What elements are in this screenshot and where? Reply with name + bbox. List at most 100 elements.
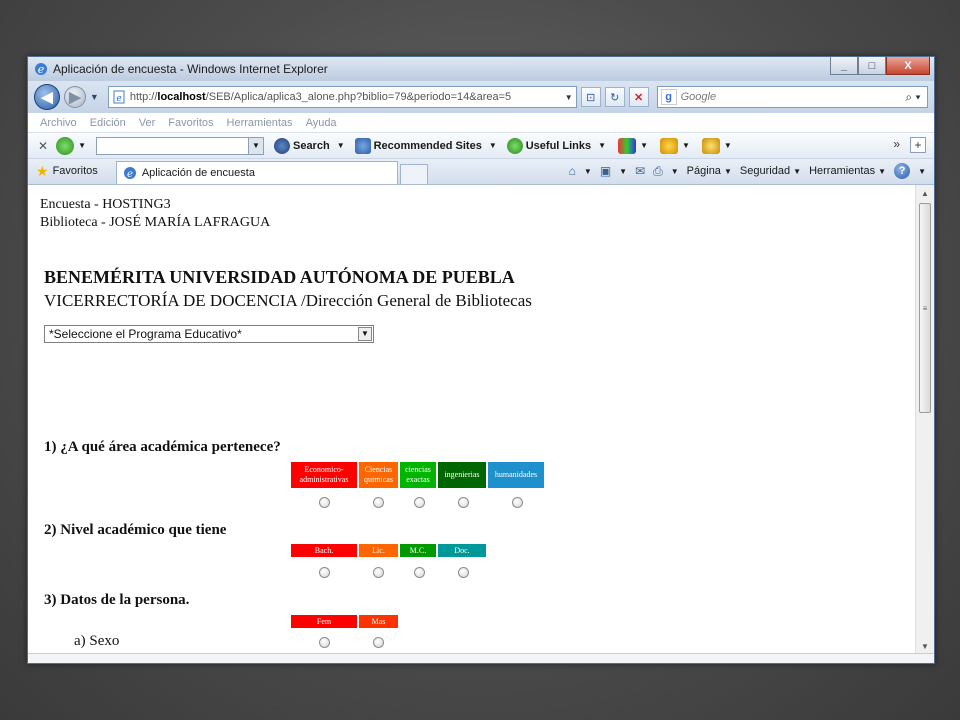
q2-radio-mc[interactable] xyxy=(414,567,425,578)
q1-radio-exactas[interactable] xyxy=(414,497,425,508)
q1-radio-economico[interactable] xyxy=(319,497,330,508)
toolbar-right: » + xyxy=(893,137,926,153)
toolbar-search-input[interactable]: ▼ xyxy=(95,136,264,155)
q3-options: Fem Mas xyxy=(291,615,398,628)
q3a-radio-fem[interactable] xyxy=(319,637,330,648)
history-dropdown-icon[interactable]: ▼ xyxy=(90,92,100,102)
useful-links-icon xyxy=(506,137,523,154)
toolbar-add-icon[interactable]: + xyxy=(910,137,926,153)
q3a-radio-mas[interactable] xyxy=(373,637,384,648)
q2-option-doc: Doc. xyxy=(438,544,486,557)
q1-radio-quimicas[interactable] xyxy=(373,497,384,508)
addon-toolbar: ✕ ▼ ▼ Search ▼ Recommended Sites ▼ Useful … xyxy=(28,133,934,159)
q2-option-lic: Lic. xyxy=(359,544,398,557)
q2-radio-bach[interactable] xyxy=(319,567,330,578)
stop-button[interactable]: ✕ xyxy=(628,87,649,107)
department-heading: VICERRECTORÍA DE DOCENCIA /Dirección Gen… xyxy=(44,291,532,310)
security-menu[interactable]: Seguridad ▼ xyxy=(740,165,801,177)
q2-radio-doc[interactable] xyxy=(458,567,469,578)
refresh-button[interactable]: ↻ xyxy=(604,87,625,107)
q2-options: Bach. Lic. M.C. Doc. xyxy=(291,544,486,557)
favorites-star-icon: ★ xyxy=(36,162,49,179)
ie-logo-icon: e xyxy=(35,63,47,76)
tab-aplicacion-de-encuesta[interactable]: e Aplicación de encuesta xyxy=(115,161,398,184)
close-button[interactable]: X xyxy=(886,57,930,75)
q2-radio-lic[interactable] xyxy=(373,567,384,578)
q1-options: Economico-administrativas Ciencias quimic… xyxy=(291,462,544,488)
command-bar: ⌂ ▼ ▣ ▼ ✉ ⎙ ▼ Página ▼ Seguridad ▼ Herramie… xyxy=(568,163,926,179)
home-icon[interactable]: ⌂ xyxy=(569,164,576,178)
toolbar-search-dropdown-icon[interactable]: ▼ xyxy=(247,137,263,154)
q1-option-ingenierias: ingenierias xyxy=(438,462,486,488)
smiley-icon[interactable] xyxy=(659,137,678,154)
question-3: 3) Datos de la persona. xyxy=(44,592,190,608)
q2-option-bach: Bach. xyxy=(291,544,357,557)
q1-radio-humanidades[interactable] xyxy=(512,497,523,508)
new-tab-button[interactable] xyxy=(399,164,428,184)
menu-item-herramientas[interactable]: Herramientas xyxy=(227,117,293,129)
tools-menu[interactable]: Herramientas ▼ xyxy=(809,165,886,177)
menu-item-ayuda[interactable]: Ayuda xyxy=(306,117,337,129)
search-placeholder: Google xyxy=(680,91,717,103)
toolbar-overflow-icon[interactable]: » xyxy=(893,137,900,153)
q3a-label: a) Sexo xyxy=(74,633,120,649)
question-1: 1) ¿A qué área académica pertenece? xyxy=(44,439,281,455)
q2-option-mc: M.C. xyxy=(400,544,436,557)
scroll-up-icon[interactable]: ▲ xyxy=(916,185,934,202)
page-icon: e xyxy=(113,90,125,104)
smiley-dropdown-icon[interactable]: ▼ xyxy=(682,141,690,150)
program-select[interactable]: *Seleccione el Programa Educativo* ▼ xyxy=(44,325,374,343)
url-dropdown-icon[interactable]: ▼ xyxy=(562,93,576,102)
q1-option-humanidades: humanidades xyxy=(488,462,544,488)
tv-dropdown-icon[interactable]: ▼ xyxy=(640,141,648,150)
tv-icon[interactable] xyxy=(618,137,637,154)
page-menu[interactable]: Página ▼ xyxy=(687,165,732,177)
scroll-thumb[interactable]: ≡ xyxy=(919,203,931,413)
menu-item-archivo[interactable]: Archivo xyxy=(40,117,77,129)
q3-option-fem: Fem xyxy=(291,615,357,628)
menu-item-favoritos[interactable]: Favoritos xyxy=(168,117,213,129)
q3-option-mas: Mas xyxy=(359,615,398,628)
maximize-button[interactable]: □ xyxy=(858,57,886,75)
library-line: Biblioteca - JOSÉ MARÍA LAFRAGUA xyxy=(40,215,271,230)
svg-text:e: e xyxy=(116,94,121,104)
favorites-button[interactable]: ★ Favoritos xyxy=(36,160,116,182)
toolbar-search-button[interactable]: Search ▼ xyxy=(273,137,345,154)
recommended-sites-button[interactable]: Recommended Sites ▼ xyxy=(354,137,497,154)
question-2: 2) Nivel académico que tiene xyxy=(44,522,227,538)
window-controls: _ □ X xyxy=(830,57,930,75)
tab-ie-icon: e xyxy=(123,167,136,180)
menu-item-edicion[interactable]: Edición xyxy=(90,117,126,129)
program-select-dropdown-icon[interactable]: ▼ xyxy=(358,327,372,341)
mail-icon[interactable]: ✉ xyxy=(635,164,645,178)
university-heading: BENEMÉRITA UNIVERSIDAD AUTÓNOMA DE PUEBL… xyxy=(44,267,515,287)
svg-text:e: e xyxy=(127,169,133,180)
q1-option-exactas: ciencias exactas xyxy=(400,462,436,488)
page-content: Encuesta - HOSTING3 Biblioteca - JOSÉ MA… xyxy=(28,185,916,655)
address-bar: ◀ ▶ ▼ e http://localhost/SEB/Aplica/apli… xyxy=(28,81,934,113)
q1-radio-ingenierias[interactable] xyxy=(458,497,469,508)
games-dropdown-icon[interactable]: ▼ xyxy=(724,141,732,150)
useful-links-button[interactable]: Useful Links ▼ xyxy=(506,137,606,154)
toolbar-close-icon[interactable]: ✕ xyxy=(38,139,48,153)
search-go-icon xyxy=(273,137,290,154)
window-title: Aplicación de encuesta - Windows Interne… xyxy=(53,62,328,76)
feeds-icon[interactable]: ▣ xyxy=(600,164,611,178)
games-icon[interactable] xyxy=(701,137,720,154)
google-icon: g xyxy=(660,89,677,105)
title-bar: e Aplicación de encuesta - Windows Inter… xyxy=(28,57,934,81)
url-field[interactable]: e http://localhost/SEB/Aplica/aplica3_al… xyxy=(107,86,577,108)
addon-logo-icon[interactable] xyxy=(56,136,75,155)
addon-dropdown-icon[interactable]: ▼ xyxy=(78,141,86,150)
minimize-button[interactable]: _ xyxy=(830,57,858,75)
forward-button[interactable]: ▶ xyxy=(63,86,86,108)
compatibility-view-button[interactable]: ⊡ xyxy=(580,87,601,107)
menu-item-ver[interactable]: Ver xyxy=(139,117,156,129)
q1-option-economico: Economico-administrativas xyxy=(291,462,357,488)
help-icon[interactable]: ? xyxy=(894,163,911,179)
back-button[interactable]: ◀ xyxy=(34,84,60,110)
search-field[interactable]: g Google ⌕ ▾ xyxy=(656,86,928,108)
vertical-scrollbar[interactable]: ▲ ≡ ▼ xyxy=(915,185,934,655)
print-icon[interactable]: ⎙ xyxy=(653,164,663,179)
search-magnifier-icon[interactable]: ⌕ ▾ xyxy=(899,90,927,105)
